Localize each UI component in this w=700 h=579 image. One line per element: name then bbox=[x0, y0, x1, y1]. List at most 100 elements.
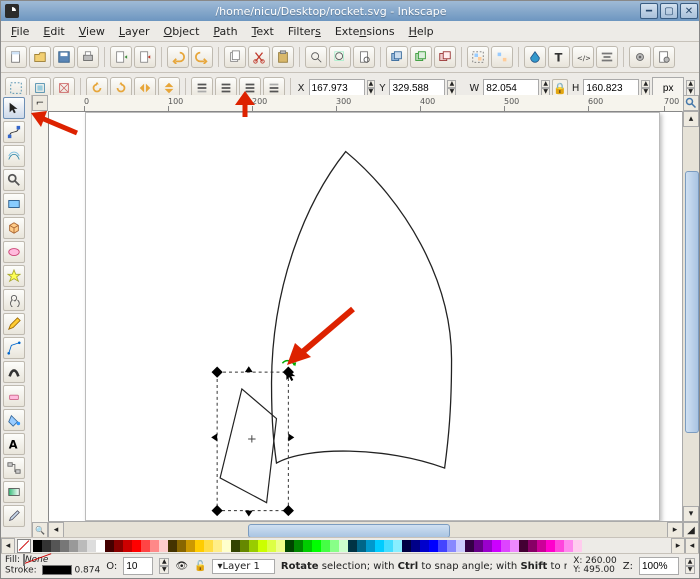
gradient-tool[interactable] bbox=[3, 481, 25, 503]
palette-swatch[interactable] bbox=[141, 540, 150, 552]
connector-tool[interactable] bbox=[3, 457, 25, 479]
h-spinner[interactable]: ▲▼ bbox=[641, 80, 650, 96]
menu-object[interactable]: Object bbox=[158, 23, 206, 40]
zoom-tool[interactable] bbox=[3, 169, 25, 191]
palette-swatch[interactable] bbox=[204, 540, 213, 552]
box3d-tool[interactable] bbox=[3, 217, 25, 239]
palette-swatch[interactable] bbox=[339, 540, 348, 552]
palette-swatch[interactable] bbox=[438, 540, 447, 552]
palette-none-swatch[interactable] bbox=[17, 539, 31, 553]
palette-swatch[interactable] bbox=[519, 540, 528, 552]
text-tool[interactable]: A bbox=[3, 433, 25, 455]
undo-button[interactable] bbox=[167, 46, 189, 68]
palette-swatch[interactable] bbox=[249, 540, 258, 552]
preferences-button[interactable] bbox=[629, 46, 651, 68]
node-tool[interactable] bbox=[3, 121, 25, 143]
palette-swatch[interactable] bbox=[492, 540, 501, 552]
group-button[interactable] bbox=[467, 46, 489, 68]
vertical-scrollbar[interactable]: ▴ ▾ bbox=[682, 111, 699, 522]
fill-stroke-dialog-button[interactable] bbox=[524, 46, 546, 68]
menu-text[interactable]: Text bbox=[246, 23, 280, 40]
maximize-button[interactable]: ▢ bbox=[660, 3, 678, 19]
palette-swatch[interactable] bbox=[168, 540, 177, 552]
resize-grip[interactable]: ◢ bbox=[683, 522, 699, 538]
zoom-input[interactable] bbox=[639, 557, 679, 575]
zoom-drawing-button[interactable] bbox=[329, 46, 351, 68]
palette-swatch[interactable] bbox=[348, 540, 357, 552]
palette-swatch[interactable] bbox=[537, 540, 546, 552]
menu-extensions[interactable]: Extensions bbox=[329, 23, 401, 40]
scroll-down-arrow[interactable]: ▾ bbox=[683, 506, 699, 522]
palette-scroll-right[interactable]: ▸ bbox=[671, 538, 685, 554]
layer-selector[interactable]: ▾Layer 1 bbox=[212, 559, 274, 574]
palette-swatch[interactable] bbox=[510, 540, 519, 552]
palette-swatch[interactable] bbox=[231, 540, 240, 552]
palette-swatch[interactable] bbox=[330, 540, 339, 552]
palette-swatch[interactable] bbox=[159, 540, 168, 552]
layer-visibility-icon[interactable]: 👁 bbox=[175, 561, 188, 572]
menu-filters[interactable]: Filters bbox=[282, 23, 327, 40]
palette-swatch[interactable] bbox=[528, 540, 537, 552]
palette-swatch[interactable] bbox=[87, 540, 96, 552]
print-button[interactable] bbox=[77, 46, 99, 68]
palette-swatch[interactable] bbox=[276, 540, 285, 552]
canvas[interactable]: + bbox=[48, 111, 683, 522]
minimize-button[interactable]: ━ bbox=[640, 3, 658, 19]
palette-swatch[interactable] bbox=[501, 540, 510, 552]
y-spinner[interactable]: ▲▼ bbox=[447, 80, 456, 96]
calligraphy-tool[interactable] bbox=[3, 361, 25, 383]
palette-swatch[interactable] bbox=[366, 540, 375, 552]
ruler-origin-button[interactable]: ⌐ bbox=[32, 95, 48, 111]
palette-swatch[interactable] bbox=[564, 540, 573, 552]
palette-swatch[interactable] bbox=[78, 540, 87, 552]
palette-swatch[interactable] bbox=[60, 540, 69, 552]
bucket-tool[interactable] bbox=[3, 409, 25, 431]
palette-swatch[interactable] bbox=[240, 540, 249, 552]
zoom-page-button[interactable] bbox=[353, 46, 375, 68]
unit-spinner[interactable]: ▲▼ bbox=[686, 80, 695, 96]
palette-swatch[interactable] bbox=[402, 540, 411, 552]
palette-swatch[interactable] bbox=[312, 540, 321, 552]
scroll-right-arrow[interactable]: ▸ bbox=[667, 522, 683, 538]
export-button[interactable] bbox=[134, 46, 156, 68]
opacity-spinner[interactable]: ▲▼ bbox=[159, 558, 169, 574]
menu-path[interactable]: Path bbox=[207, 23, 243, 40]
fill-swatch[interactable] bbox=[23, 554, 25, 566]
horizontal-ruler[interactable]: 0 100 200 300 400 500 600 700 bbox=[48, 95, 683, 112]
palette-swatch[interactable] bbox=[474, 540, 483, 552]
x-spinner[interactable]: ▲▼ bbox=[367, 80, 376, 96]
cut-button[interactable] bbox=[248, 46, 270, 68]
palette-swatch[interactable] bbox=[195, 540, 204, 552]
ellipse-tool[interactable] bbox=[3, 241, 25, 263]
palette-swatch[interactable] bbox=[546, 540, 555, 552]
text-dialog-button[interactable]: T bbox=[548, 46, 570, 68]
palette-swatch[interactable] bbox=[123, 540, 132, 552]
duplicate-button[interactable] bbox=[386, 46, 408, 68]
horizontal-scrollbar[interactable]: ◂ ▸ bbox=[48, 521, 683, 538]
palette-swatch[interactable] bbox=[456, 540, 465, 552]
redo-button[interactable] bbox=[191, 46, 213, 68]
paste-button[interactable] bbox=[272, 46, 294, 68]
pencil-tool[interactable] bbox=[3, 313, 25, 335]
save-button[interactable] bbox=[53, 46, 75, 68]
stroke-swatch[interactable] bbox=[42, 565, 72, 575]
palette-swatch[interactable] bbox=[150, 540, 159, 552]
clone-button[interactable] bbox=[410, 46, 432, 68]
menu-edit[interactable]: Edit bbox=[37, 23, 70, 40]
close-button[interactable]: ✕ bbox=[680, 3, 698, 19]
rectangle-tool[interactable] bbox=[3, 193, 25, 215]
import-button[interactable] bbox=[110, 46, 132, 68]
xml-editor-button[interactable]: </> bbox=[572, 46, 594, 68]
palette-swatch[interactable] bbox=[303, 540, 312, 552]
palette-swatch[interactable] bbox=[132, 540, 141, 552]
zoom-corner-button[interactable] bbox=[683, 95, 699, 111]
dropper-tool[interactable] bbox=[3, 505, 25, 527]
palette-swatch[interactable] bbox=[555, 540, 564, 552]
palette-swatch[interactable] bbox=[483, 540, 492, 552]
selector-tool[interactable] bbox=[3, 97, 25, 119]
palette-swatch[interactable] bbox=[51, 540, 60, 552]
palette-swatch[interactable] bbox=[213, 540, 222, 552]
palette-swatch[interactable] bbox=[573, 540, 582, 552]
palette-swatch[interactable] bbox=[321, 540, 330, 552]
menu-view[interactable]: View bbox=[73, 23, 111, 40]
